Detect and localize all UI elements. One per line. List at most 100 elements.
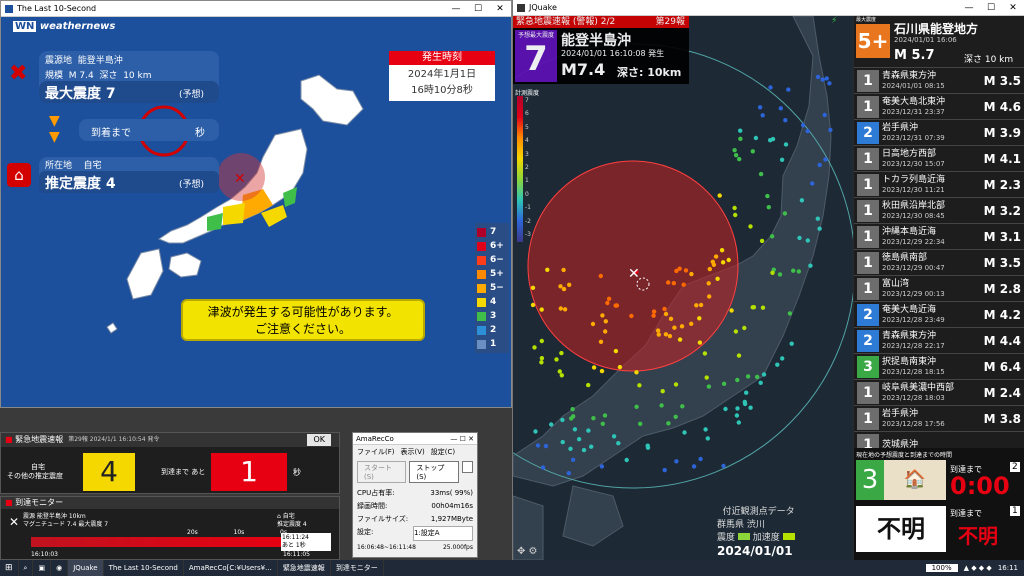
quake-list-item[interactable]: 2 青森県東方沖 2023/12/28 22:17 M 4.4 <box>854 328 1024 354</box>
station-dot <box>602 413 608 418</box>
arrival-box: 到着まで 秒 <box>79 119 219 141</box>
legend-swatch <box>477 339 486 349</box>
station-dot <box>732 148 737 153</box>
unknown-intensity: 不明 <box>856 506 946 552</box>
folder-icon[interactable]: ▣ <box>33 560 52 576</box>
station-dot <box>539 360 544 365</box>
station-dot <box>558 306 563 311</box>
menu-item[interactable]: 表示(V) <box>401 447 425 457</box>
map-svg: ✕ <box>513 16 853 560</box>
station-dot <box>810 181 815 186</box>
station-dot <box>800 123 806 128</box>
station-dot <box>817 226 822 231</box>
quake-magnitude: M 2.8 <box>983 281 1021 296</box>
station-dot <box>778 106 783 111</box>
quake-list-item[interactable]: 3 択捉島南東沖 2023/12/28 18:15 M 6.4 <box>854 354 1024 380</box>
quake-list-item[interactable]: 2 岩手県沖 2023/12/31 07:39 M 3.9 <box>854 120 1024 146</box>
quake-magnitude: M 3.5 <box>983 73 1021 88</box>
station-dot <box>638 421 643 426</box>
quake-list-item[interactable]: 1 日高地方西部 2023/12/30 15:07 M 4.1 <box>854 146 1024 172</box>
window-button[interactable] <box>461 461 474 473</box>
quake-intensity: 1 <box>857 277 879 300</box>
quake-region: 奄美大島北東沖 <box>882 96 946 107</box>
minimize-button[interactable]: — <box>958 3 980 13</box>
station-dot <box>603 329 608 334</box>
maximize-button[interactable]: ☐ <box>980 3 1002 13</box>
start-icon[interactable]: ⊞ <box>0 560 19 576</box>
quake-region: 日高地方西部 <box>882 148 937 159</box>
station-dot <box>659 403 664 408</box>
station-dot <box>787 311 793 316</box>
zoom-level[interactable]: 100% <box>925 564 958 572</box>
station-dot <box>629 313 634 319</box>
quake-time: 2023/12/28 18:15 <box>882 367 945 376</box>
taskbar-app[interactable]: 到達モニター <box>331 560 384 576</box>
quake-list-item[interactable]: 1 奄美大島北東沖 2023/12/31 23:37 M 4.6 <box>854 94 1024 120</box>
window-titlebar: The Last 10-Second — ☐ ✕ <box>1 1 511 17</box>
quake-list-item[interactable]: 1 トカラ列島近海 2023/12/30 11:21 M 2.3 <box>854 172 1024 198</box>
close-button[interactable]: ✕ <box>1002 3 1024 13</box>
minimize-button[interactable]: — <box>445 4 467 14</box>
station-dot <box>662 306 667 312</box>
quake-list-item[interactable]: 2 奄美大島近海 2023/12/28 23:49 M 4.2 <box>854 302 1024 328</box>
menu-item[interactable]: ファイル(F) <box>357 447 395 457</box>
search-icon[interactable]: ⌕ <box>19 560 34 576</box>
station-dot <box>713 254 719 259</box>
station-dot <box>572 427 578 432</box>
station-dot <box>617 364 623 370</box>
location-info: 所在地 自宅 推定震度 4 (予想) <box>39 157 219 193</box>
ok-button[interactable]: OK <box>307 434 331 446</box>
station-dot <box>761 372 767 377</box>
quake-time: 2023/12/29 22:34 <box>882 237 945 246</box>
taskbar-app[interactable]: JQuake <box>68 560 104 576</box>
scale-tick: 3 <box>525 150 529 158</box>
station-dot <box>735 377 740 383</box>
alert-depth: 深さ: 10km <box>617 66 682 79</box>
settings-icon[interactable]: ✥ ⚙ <box>517 546 538 557</box>
quake-list-item[interactable]: 1 岩手県沖 2023/12/28 17:56 M 3.8 <box>854 406 1024 432</box>
close-button[interactable]: ✕ <box>489 4 511 14</box>
quake-list-item[interactable]: 1 岐阜県美濃中西部 2023/12/28 18:03 M 2.4 <box>854 380 1024 406</box>
quake-list-item[interactable]: 1 徳島県南部 2023/12/29 00:47 M 3.5 <box>854 250 1024 276</box>
quake-list-item[interactable]: 1 沖縄本島近海 2023/12/29 22:34 M 3.1 <box>854 224 1024 250</box>
station-dot <box>742 325 747 331</box>
stop-button[interactable]: ストップ(S) <box>409 461 459 483</box>
latest-quake: 最大震度 5+ 石川県能登地方 2024/01/01 16:06 M 5.7 深… <box>854 16 1024 68</box>
station-dot <box>586 382 591 388</box>
station-dot <box>689 271 694 277</box>
taskbar-app[interactable]: 緊急地震速報 <box>278 560 331 576</box>
window-title: JQuake <box>529 3 557 12</box>
quake-list[interactable]: 1 青森県東方沖 2024/01/01 08:15 M 3.5 1 奄美大島北東沖 2023… <box>854 68 1024 458</box>
station-dot <box>568 446 573 451</box>
station-dot <box>775 362 780 367</box>
time-panel: 2024年1月1日 16時10分8秒 <box>389 65 495 101</box>
station-dot <box>698 302 704 308</box>
maximize-button[interactable]: ☐ <box>467 4 489 14</box>
station-dot <box>591 416 596 421</box>
taskbar-app[interactable]: AmaRecCo[C:¥Users¥... <box>184 560 278 576</box>
close-button[interactable]: — ☐ ✕ <box>450 435 474 443</box>
quake-magnitude: M 3.2 <box>983 203 1021 218</box>
tray-icons[interactable]: ▲ ◆ ◆ ◆ <box>964 564 992 572</box>
start-button[interactable]: スタート(S) <box>357 461 407 483</box>
last10-window: The Last 10-Second — ☐ ✕ ✕ WN weathernew… <box>0 0 512 408</box>
taskbar-clock[interactable]: 16:11 <box>998 564 1018 572</box>
setting-select[interactable]: 1:設定A <box>413 526 473 541</box>
station-dot <box>660 389 665 394</box>
event-date: 2024年1月1日 <box>407 69 477 80</box>
quake-list-item[interactable]: 1 青森県東方沖 2024/01/01 08:15 M 3.5 <box>854 68 1024 94</box>
taskbar-app[interactable]: The Last 10-Second <box>104 560 184 576</box>
quake-time: 2023/12/30 11:21 <box>882 185 945 194</box>
station-dot <box>677 266 682 271</box>
quake-list-item[interactable]: 1 富山湾 2023/12/29 00:13 M 2.8 <box>854 276 1024 302</box>
quake-info: 日高地方西部 2023/12/30 15:07 <box>882 149 979 169</box>
station-dot <box>543 443 549 449</box>
epicenter-icon: ✕ <box>234 171 246 187</box>
station-dot <box>706 281 711 286</box>
arrival-monitor: ■ 到達モニター ✕ 震源 能登半島沖 10km マグニチュード 7.4 最大震… <box>0 496 340 560</box>
quake-list-item[interactable]: 1 秋田県沿岸北部 2023/12/30 08:45 M 3.2 <box>854 198 1024 224</box>
browser-icon[interactable]: ◉ <box>51 560 69 576</box>
quake-region: 富山湾 <box>882 278 910 289</box>
menu-item[interactable]: 設定(C) <box>431 447 455 457</box>
jquake-map[interactable]: ✕ 緊急地震速報 (警報) 2/2 第29報 予想最大震度 7 能登半島沖 202… <box>513 16 853 560</box>
